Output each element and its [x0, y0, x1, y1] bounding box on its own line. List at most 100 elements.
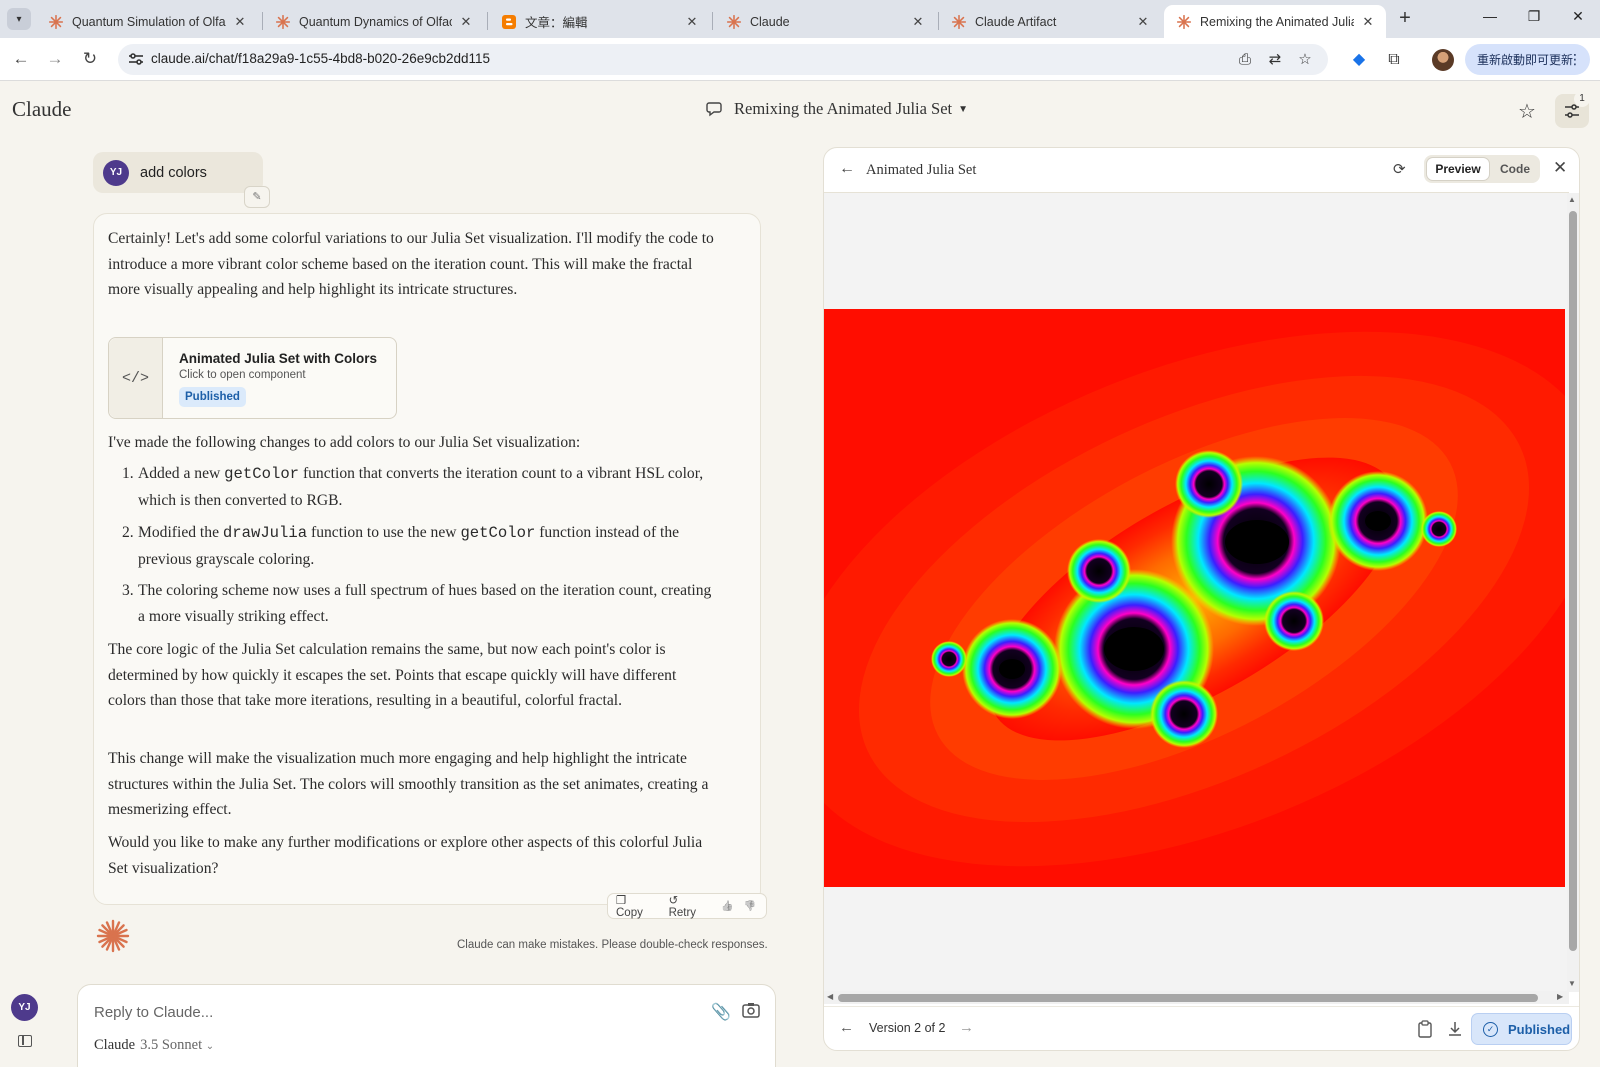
window-close-button[interactable]: ✕	[1567, 8, 1589, 28]
horizontal-scrollbar[interactable]: ◀ ▶	[824, 991, 1569, 1004]
retry-button[interactable]: ↺ Retry	[669, 893, 712, 919]
list-text: The coloring scheme now uses a full spec…	[138, 582, 712, 625]
close-icon[interactable]: ✕	[458, 14, 474, 30]
tab-search-button[interactable]: ▾	[7, 8, 31, 30]
back-arrow-icon[interactable]: ←	[839, 160, 855, 178]
reply-composer[interactable]: Reply to Claude... 📎 Claude 3.5 Sonnet ⌄	[77, 984, 776, 1067]
extension-icon[interactable]: ◆	[1348, 49, 1370, 71]
core-logic-paragraph: The core logic of the Julia Set calculat…	[108, 641, 677, 709]
update-button[interactable]: 重新啟動即可更新 ⋮	[1465, 44, 1590, 75]
back-arrow-icon[interactable]: ←	[10, 48, 32, 70]
browser-tab[interactable]: Quantum Dynamics of Olfact ✕	[263, 5, 484, 38]
extensions-puzzle-icon[interactable]: ⧉	[1383, 49, 1405, 71]
message-actions: ❐ Copy ↺ Retry 👍 👎	[607, 893, 767, 919]
retry-label: Retry	[668, 907, 697, 919]
url-text[interactable]: claude.ai/chat/f18a29a9-1c55-4bd8-b020-2…	[151, 51, 490, 66]
scrollbar-thumb[interactable]	[1569, 211, 1577, 951]
list-text: Modified the	[138, 524, 223, 541]
chevron-down-icon: ▾	[16, 13, 22, 25]
thumbs-down-icon[interactable]: 👎	[744, 901, 756, 912]
refresh-icon[interactable]: ⟳	[1393, 160, 1411, 178]
previous-version-icon[interactable]: ←	[839, 1019, 854, 1036]
list-item: 3. The coloring scheme now uses a full s…	[108, 578, 716, 629]
browser-tab[interactable]: 文章：編輯 ✕	[489, 5, 710, 38]
site-settings-icon[interactable]	[128, 51, 144, 67]
scrollbar-thumb[interactable]	[838, 994, 1538, 1002]
scroll-right-icon[interactable]: ▶	[1557, 992, 1563, 1001]
claude-spark-icon	[48, 14, 64, 30]
copy-clipboard-icon[interactable]	[1417, 1020, 1433, 1038]
user-message-text: add colors	[140, 164, 207, 181]
browser-tab[interactable]: Claude ✕	[714, 5, 936, 38]
close-icon[interactable]: ✕	[1135, 14, 1151, 30]
view-toggle: Preview Code	[1424, 155, 1540, 183]
close-icon[interactable]: ✕	[1553, 158, 1567, 178]
copy-button[interactable]: ❐ Copy	[616, 893, 659, 919]
scroll-left-icon[interactable]: ◀	[827, 992, 833, 1001]
conversation-title[interactable]: Remixing the Animated Julia Set ▼	[706, 99, 968, 119]
question-paragraph: Would you like to make any further modif…	[108, 834, 703, 877]
profile-avatar[interactable]	[1432, 49, 1454, 71]
scroll-down-icon[interactable]: ▼	[1568, 979, 1576, 988]
published-button[interactable]: ✓ Published	[1471, 1013, 1572, 1045]
reload-icon[interactable]: ↻	[79, 48, 101, 70]
paperclip-icon[interactable]: 📎	[711, 1002, 731, 1022]
thumbs-up-icon[interactable]: 👍	[721, 901, 733, 912]
tab-separator	[487, 12, 488, 30]
tab-code[interactable]: Code	[1492, 158, 1538, 180]
install-app-icon[interactable]: ⎙	[1235, 50, 1255, 70]
chat-bubble-icon	[706, 102, 722, 117]
changes-intro-paragraph: I've made the following changes to add c…	[108, 434, 581, 451]
download-icon[interactable]	[1447, 1020, 1463, 1038]
tab-title: Quantum Simulation of Olfac	[72, 14, 226, 29]
list-text: Added a new	[138, 465, 225, 482]
close-icon[interactable]: ✕	[910, 14, 926, 30]
sidebar-toggle-icon[interactable]	[18, 1035, 32, 1047]
browser-tab-active[interactable]: Remixing the Animated Julia ✕	[1164, 5, 1386, 38]
artifact-subtitle: Click to open component	[179, 369, 306, 381]
published-label: Published	[1508, 1021, 1571, 1037]
claude-spark-icon	[951, 14, 967, 30]
list-item: 1. Added a new getColor function that co…	[108, 461, 716, 513]
browser-tab[interactable]: Claude Artifact ✕	[939, 5, 1161, 38]
address-bar[interactable]: claude.ai/chat/f18a29a9-1c55-4bd8-b020-2…	[118, 44, 1328, 75]
camera-icon[interactable]	[741, 1000, 761, 1020]
tab-separator	[712, 12, 713, 30]
tab-preview[interactable]: Preview	[1427, 158, 1489, 180]
forward-arrow-icon[interactable]: →	[44, 48, 66, 70]
browser-toolbar: ← → ↻ claude.ai/chat/f18a29a9-1c55-4bd8-…	[0, 38, 1600, 81]
artifact-card[interactable]: </> Animated Julia Set with Colors Click…	[108, 337, 397, 419]
model-selector[interactable]: Claude 3.5 Sonnet ⌄	[94, 1037, 214, 1054]
change-paragraph: This change will make the visualization …	[108, 750, 709, 818]
edit-message-button[interactable]: ✎	[244, 186, 270, 208]
retry-icon: ↺	[668, 895, 679, 907]
restore-button[interactable]: ❐	[1523, 8, 1545, 28]
claude-logo[interactable]: Claude	[12, 97, 71, 122]
user-avatar: YJ	[103, 159, 129, 186]
claude-spark-icon	[1176, 14, 1192, 30]
artifact-title: Animated Julia Set with Colors	[179, 351, 378, 366]
code-icon: </>	[109, 338, 163, 418]
check-circle-icon: ✓	[1483, 1021, 1498, 1037]
close-icon[interactable]: ✕	[684, 14, 700, 30]
next-version-icon[interactable]: →	[959, 1019, 974, 1036]
browser-tab[interactable]: Quantum Simulation of Olfac ✕	[36, 5, 258, 38]
artifact-footer: ← Version 2 of 2 → ✓ Published	[824, 1006, 1579, 1050]
close-icon[interactable]: ✕	[1360, 14, 1376, 30]
vertical-scrollbar[interactable]: ▲ ▼	[1567, 193, 1579, 992]
chevron-down-icon: ⌄	[205, 1041, 215, 1052]
minimize-button[interactable]: —	[1479, 8, 1501, 28]
sidebar-user-avatar[interactable]: YJ	[11, 994, 38, 1021]
scroll-up-icon[interactable]: ▲	[1568, 195, 1576, 204]
close-icon[interactable]: ✕	[232, 14, 248, 30]
more-menu-icon[interactable]: ⋮	[1568, 51, 1582, 68]
claude-spark-icon	[96, 919, 130, 953]
bookmark-star-icon[interactable]: ☆	[1295, 50, 1315, 70]
tab-title: Remixing the Animated Julia	[1200, 14, 1354, 29]
new-tab-button[interactable]: +	[1394, 8, 1416, 30]
list-number: 1.	[122, 465, 134, 482]
chevron-down-icon: ▼	[958, 103, 969, 115]
star-icon[interactable]: ☆	[1518, 99, 1536, 124]
translate-icon[interactable]: ⇄	[1265, 50, 1285, 70]
reply-input[interactable]: Reply to Claude...	[94, 1004, 213, 1021]
